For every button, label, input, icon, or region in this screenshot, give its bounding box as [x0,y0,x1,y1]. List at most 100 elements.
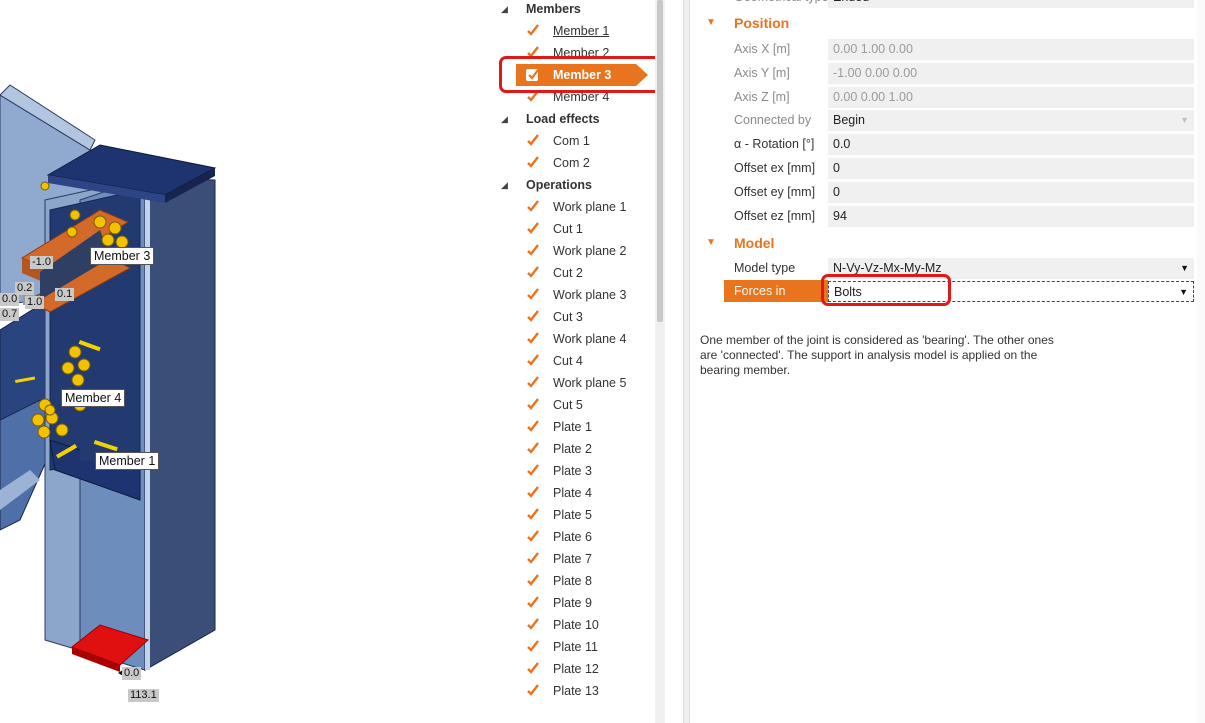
tree-item-com-2[interactable]: Com 2 [495,152,655,174]
3d-viewport[interactable]: Member 3 Member 4 Member 1 -1.0 0.2 0.0 … [0,0,495,723]
property-row-geometrical-type: Geometrical type Ended [734,0,1194,8]
support-value: 113.1 [128,689,159,702]
panel-splitter[interactable] [683,0,690,723]
tree-item-operation[interactable]: Work plane 5 [495,372,655,394]
tree-item-label: Work plane 4 [553,332,627,346]
tree-item-operation[interactable]: Work plane 4 [495,328,655,350]
tree-item-operation[interactable]: Cut 1 [495,218,655,240]
checkmark-icon[interactable] [526,221,540,235]
tree-item-operation[interactable]: Work plane 2 [495,240,655,262]
tree-item-operation[interactable]: Work plane 1 [495,196,655,218]
tree-item-label: Plate 7 [553,552,592,566]
properties-scrollbar[interactable] [1197,0,1205,723]
checkmark-icon[interactable] [526,243,540,257]
load-value: -1.0 [30,256,53,269]
checkmark-icon[interactable] [526,529,540,543]
tree-scrollbar[interactable] [655,0,665,723]
tree-item-operation[interactable]: Cut 3 [495,306,655,328]
tree-item-operation[interactable]: Plate 9 [495,592,655,614]
load-value: 1.0 [25,296,45,309]
tree-item-operation[interactable]: Plate 12 [495,658,655,680]
help-text: One member of the joint is considered as… [700,333,1054,377]
tree-item-operation[interactable]: Plate 8 [495,570,655,592]
checkmark-icon[interactable] [526,617,540,631]
checkmark-icon[interactable] [526,683,540,697]
tree-item-com-1[interactable]: Com 1 [495,130,655,152]
checkmark-icon[interactable] [526,375,540,389]
checkmark-icon[interactable] [526,573,540,587]
collapse-caret-icon[interactable]: ◢ [501,108,508,130]
tree-item-operation[interactable]: Plate 11 [495,636,655,658]
checkmark-icon[interactable] [526,551,540,565]
checkmark-icon[interactable] [526,441,540,455]
tree-item-label: Work plane 1 [553,200,627,214]
tree-item-operation[interactable]: Plate 6 [495,526,655,548]
tree-item-operation[interactable]: Plate 3 [495,460,655,482]
offset-ez-field[interactable]: 94 [828,206,1194,227]
tree-item-operation[interactable]: Plate 10 [495,614,655,636]
checkmark-icon[interactable] [526,507,540,521]
checkmark-icon[interactable] [526,661,540,675]
member-1-label[interactable]: Member 1 [95,452,160,470]
property-row-axis-x: Axis X [m] 0.00 1.00 0.00 [734,38,1194,60]
tree-category-operations[interactable]: ◢ Operations [495,174,655,196]
checkmark-icon[interactable] [526,155,540,169]
tree-item-operation[interactable]: Plate 5 [495,504,655,526]
collapse-caret-icon[interactable]: ▼ [706,232,716,254]
checkmark-icon[interactable] [526,485,540,499]
collapse-caret-icon[interactable]: ◢ [501,0,508,20]
rotation-field[interactable]: 0.0 [828,134,1194,155]
checkmark-icon[interactable] [526,463,540,477]
dropdown-arrow-icon[interactable]: ▼ [1179,282,1188,303]
tree-item-operation[interactable]: Cut 4 [495,350,655,372]
tree-item-member-1[interactable]: Member 1 [495,20,655,42]
load-value: 0.0 [0,293,20,306]
collapse-caret-icon[interactable]: ▼ [706,12,716,34]
tree-item-label: Plate 5 [553,508,592,522]
tree-item-label: Plate 12 [553,662,599,676]
scrollbar-thumb[interactable] [657,0,663,322]
tree-category-label: Operations [526,178,592,192]
tree-item-operation[interactable]: Plate 2 [495,438,655,460]
tree-item-operation[interactable]: Plate 13 [495,680,655,702]
tree-item-label: Plate 3 [553,464,592,478]
dropdown-arrow-icon[interactable]: ▼ [1180,258,1189,279]
checkmark-icon[interactable] [526,23,540,37]
checkmark-icon[interactable] [526,419,540,433]
tree-item-operation[interactable]: Plate 4 [495,482,655,504]
property-value[interactable]: Ended [828,0,1194,8]
property-row-axis-y: Axis Y [m] -1.00 0.00 0.00 [734,62,1194,84]
checkmark-icon[interactable] [526,639,540,653]
property-row-offset-ey: Offset ey [mm] 0 [734,181,1194,203]
collapse-caret-icon[interactable]: ◢ [501,174,508,196]
tree-item-label: Com 2 [553,156,590,170]
tree-category-load-effects[interactable]: ◢ Load effects [495,108,655,130]
checkmark-icon[interactable] [526,265,540,279]
tree-item-label: Plate 13 [553,684,599,698]
checkmark-icon[interactable] [526,287,540,301]
tree-item-operation[interactable]: Work plane 3 [495,284,655,306]
tree-category-label: Members [526,2,581,16]
checkmark-icon[interactable] [526,309,540,323]
project-tree: ◢ Members Member 1 Member 2 Member 3 Mem… [495,0,667,723]
section-title: Model [734,235,775,251]
offset-ex-field[interactable]: 0 [828,158,1194,179]
member-3-label[interactable]: Member 3 [90,247,155,265]
tree-item-operation[interactable]: Cut 5 [495,394,655,416]
tree-item-operation[interactable]: Plate 7 [495,548,655,570]
axis-y-field: -1.00 0.00 0.00 [828,63,1194,84]
offset-ey-field[interactable]: 0 [828,182,1194,203]
checkmark-icon[interactable] [526,595,540,609]
tree-item-operation[interactable]: Plate 1 [495,416,655,438]
property-label: Offset ez [mm] [734,209,816,223]
checkmark-icon[interactable] [526,353,540,367]
checkmark-icon[interactable] [526,199,540,213]
checkmark-icon[interactable] [526,397,540,411]
member-4-label[interactable]: Member 4 [61,389,126,407]
tree-category-members[interactable]: ◢ Members [495,0,655,20]
checkmark-icon[interactable] [526,331,540,345]
property-label: Model type [734,261,796,275]
checkmark-icon[interactable] [526,133,540,147]
tree-item-label: Cut 3 [553,310,583,324]
tree-item-operation[interactable]: Cut 2 [495,262,655,284]
